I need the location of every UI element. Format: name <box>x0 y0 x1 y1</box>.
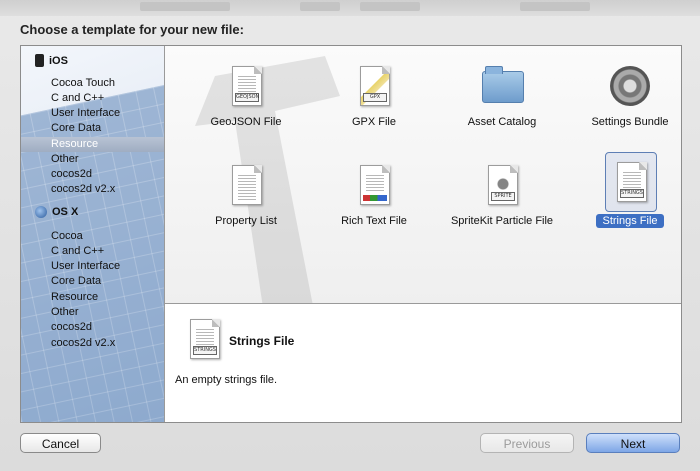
template-label: Settings Bundle <box>591 116 669 128</box>
window-top-strip <box>0 0 700 16</box>
sidebar-item-ios-cocos2d[interactable]: cocos2d <box>21 167 164 182</box>
category-sidebar: iOS Cocoa Touch C and C++ User Interface… <box>21 46 165 422</box>
sidebar-item-osx-cocoa[interactable]: Cocoa <box>21 229 164 244</box>
sidebar-item-ios-cocos2d-v2[interactable]: cocos2d v2.x <box>21 182 164 197</box>
sidebar-item-osx-user-interface[interactable]: User Interface <box>21 259 164 274</box>
template-panel: iOS Cocoa Touch C and C++ User Interface… <box>20 45 682 423</box>
sidebar-item-osx-core-data[interactable]: Core Data <box>21 274 164 289</box>
sidebar-group-label: iOS <box>49 54 68 67</box>
sidebar-item-ios-core-data[interactable]: Core Data <box>21 121 164 136</box>
sidebar-item-osx-cocos2d[interactable]: cocos2d <box>21 320 164 335</box>
next-button[interactable]: Next <box>586 433 680 453</box>
sidebar-item-ios-user-interface[interactable]: User Interface <box>21 106 164 121</box>
property-list-icon <box>232 165 262 205</box>
sidebar-group-label: OS X <box>52 206 79 218</box>
template-label: Asset Catalog <box>467 116 537 128</box>
iphone-icon <box>35 54 44 67</box>
previous-button[interactable]: Previous <box>480 433 574 453</box>
template-label: SpriteKit Particle File <box>450 215 554 227</box>
template-property-list[interactable]: Property List <box>182 160 310 230</box>
detail-template-description: An empty strings file. <box>175 374 278 386</box>
template-grid: GEOJSON GeoJSON File GPX GPX File Asset … <box>165 46 681 303</box>
sidebar-item-ios-cocoa-touch[interactable]: Cocoa Touch <box>21 76 164 91</box>
osx-icon <box>35 206 47 218</box>
dialog-title: Choose a template for your new file: <box>20 22 244 37</box>
geojson-file-icon: GEOJSON <box>232 66 262 106</box>
gpx-file-icon: GPX <box>360 66 390 106</box>
template-geojson-file[interactable]: GEOJSON GeoJSON File <box>182 61 310 131</box>
template-label: GPX File <box>351 116 396 128</box>
strings-file-icon: STRINGS <box>190 319 220 359</box>
cancel-button[interactable]: Cancel <box>20 433 101 453</box>
rich-text-file-icon <box>360 165 390 205</box>
template-strings-file[interactable]: STRINGS Strings File <box>566 152 681 228</box>
sidebar-item-osx-other[interactable]: Other <box>21 305 164 320</box>
sidebar-group-ios: iOS <box>35 54 68 67</box>
folder-icon <box>482 66 524 103</box>
sidebar-item-osx-cocos2d-v2[interactable]: cocos2d v2.x <box>21 336 164 351</box>
gear-icon <box>610 66 650 106</box>
template-rich-text-file[interactable]: Rich Text File <box>310 160 438 230</box>
template-gpx-file[interactable]: GPX GPX File <box>310 61 438 131</box>
detail-template-name: Strings File <box>229 334 295 348</box>
sidebar-group-osx: OS X <box>35 206 78 218</box>
template-label: GeoJSON File <box>210 116 282 128</box>
sidebar-item-osx-resource[interactable]: Resource <box>21 290 164 305</box>
template-asset-catalog[interactable]: Asset Catalog <box>438 61 566 131</box>
sidebar-item-ios-other[interactable]: Other <box>21 152 164 167</box>
sprite-file-icon: SPRITE <box>488 165 518 205</box>
template-detail-pane: STRINGS Strings File An empty strings fi… <box>165 304 681 422</box>
sidebar-item-osx-c-cpp[interactable]: C and C++ <box>21 244 164 259</box>
template-settings-bundle[interactable]: Settings Bundle <box>566 61 681 131</box>
template-spritekit-particle-file[interactable]: SPRITE SpriteKit Particle File <box>438 160 566 230</box>
sidebar-item-ios-c-cpp[interactable]: C and C++ <box>21 91 164 106</box>
template-label: Rich Text File <box>341 215 407 227</box>
template-label: Property List <box>215 215 277 227</box>
sidebar-item-ios-resource[interactable]: Resource <box>21 137 164 152</box>
strings-file-icon: STRINGS <box>617 162 647 202</box>
template-label: Strings File <box>596 214 664 228</box>
